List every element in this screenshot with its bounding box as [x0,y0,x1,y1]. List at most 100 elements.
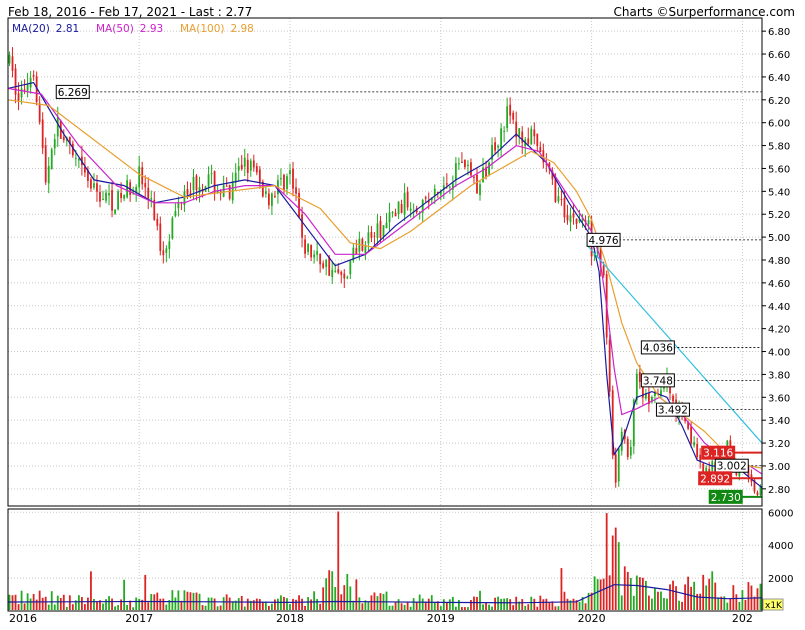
candle-body [77,159,80,161]
volume-bar [503,598,506,610]
candle-body [271,193,273,206]
price-tick-label: 3.20 [768,439,790,450]
candle-body [62,137,65,141]
volume-bar [684,584,686,610]
volume-bar [337,511,340,610]
volume-bar [479,590,481,610]
candle-body [464,159,466,168]
candle-body [41,119,44,149]
candle-body [457,163,460,165]
candle-body [539,147,542,153]
time-axis-label: 2017 [125,612,153,625]
price-tick-label: 5.40 [768,187,790,198]
price-level-label: 3.116 [703,448,733,460]
volume-bar [611,535,614,610]
candle-body [536,133,539,147]
volume-bar [524,605,527,610]
volume-bar [648,595,650,610]
candle-body [11,56,14,71]
candle-body [23,89,26,91]
volume-bar [210,597,213,610]
price-tick-label: 4.20 [768,325,790,336]
volume-bar [702,574,705,610]
candle-body [159,223,162,251]
price-tick-label: 4.80 [768,256,790,267]
volume-bar [261,602,264,610]
volume-bar [283,596,285,610]
volume-bar [29,598,32,610]
candle-body [90,179,92,189]
candle-body [373,235,376,237]
volume-bar [258,599,261,610]
candle-body [240,164,243,169]
volume-bar [231,601,234,610]
candle-body [672,395,674,402]
candle-body [617,448,620,482]
volume-bar [361,603,364,610]
volume-bar [482,604,484,610]
volume-bar [77,595,80,610]
candle-body [626,438,629,457]
volume-bar [473,596,475,610]
volume-bar [744,599,747,610]
volume-bar [454,606,457,610]
volume-bar [530,596,533,610]
candle-body [225,185,228,187]
volume-bar [548,602,551,610]
candle-body [44,145,47,183]
volume-bar [672,580,674,610]
candle-body [120,192,122,199]
time-axis-label: 2020 [578,612,606,625]
moving-averages-layer [7,81,763,489]
price-tick-label: 5.60 [768,164,790,175]
candle-body [283,174,285,191]
candle-body [313,254,316,258]
volume-bar [470,599,472,610]
volume-bar [608,575,611,610]
time-axis-label: 202 [732,612,753,625]
volume-bar [391,605,394,610]
volume-bar [289,603,291,610]
candle-body [349,260,352,275]
candle-body [756,492,759,495]
volume-bar [295,599,297,610]
candle-body [249,160,252,171]
volume-bar [222,597,225,610]
volume-bar [509,599,512,610]
volume-bar [635,575,638,610]
candle-body [608,339,611,392]
candle-body [210,173,213,175]
candle-body [319,253,322,265]
candle-body [165,248,168,253]
volume-bar [71,604,74,610]
candle-body [74,157,77,159]
candle-body [500,128,503,149]
price-level-label: 6.269 [58,87,88,99]
volume-bar [409,606,412,610]
price-tick-label: 3.40 [768,416,790,427]
price-tick-label: 2.80 [768,485,790,496]
candle-body [304,239,306,254]
candle-body [258,169,261,183]
volume-bar [355,579,358,610]
price-tick-label: 5.80 [768,142,790,153]
volume-bar [385,591,388,610]
volume-bar [159,598,162,610]
candle-body [506,106,509,129]
volume-bar [512,605,515,610]
legend-item-2: MA(100) 2.98 [180,23,254,35]
candle-body [246,159,249,174]
candle-body [310,245,313,258]
volume-bar [237,598,240,610]
stock-chart: 6.269 4.976 4.036 3.748 3.492 3.1163.0022.892… [7,17,793,625]
volume-bar [572,598,575,610]
volume-bar [491,606,493,610]
candle-body [527,138,530,144]
volume-bar [204,605,207,610]
volume-bar [641,577,644,610]
volume-bar [554,606,557,610]
volume-bar [729,598,732,610]
volume-bar [346,573,349,610]
volume-bar [644,580,647,610]
price-level-label: 3.492 [658,405,688,417]
